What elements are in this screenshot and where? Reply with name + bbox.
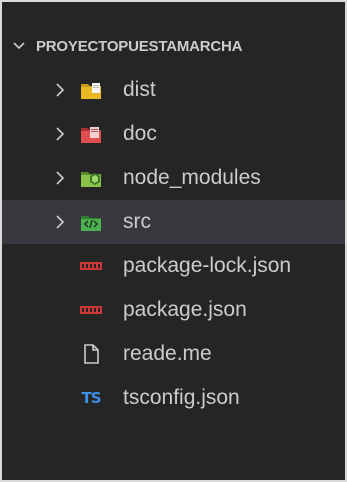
frame-border-top xyxy=(0,0,347,2)
tree-item-doc[interactable]: doc xyxy=(2,112,345,156)
file-explorer: PROYECTOPUESTAMARCHA dist doc node_modul… xyxy=(0,0,347,482)
document-icon xyxy=(80,344,102,364)
tree-item-package-json[interactable]: package.json xyxy=(2,288,345,332)
tree-item-tsconfig-json[interactable]: TS tsconfig.json xyxy=(2,376,345,420)
project-section-header[interactable]: PROYECTOPUESTAMARCHA xyxy=(2,26,345,66)
chevron-right-icon xyxy=(50,156,70,200)
project-title: PROYECTOPUESTAMARCHA xyxy=(36,37,243,55)
tree-item-label: package.json xyxy=(123,298,247,321)
chevron-down-icon xyxy=(2,26,36,66)
tsconfig-icon: TS xyxy=(80,388,102,408)
tree-item-package-lock-json[interactable]: package-lock.json xyxy=(2,244,345,288)
tree-item-label: package-lock.json xyxy=(123,254,292,277)
tree-item-reade-me[interactable]: reade.me xyxy=(2,332,345,376)
folder-src-icon xyxy=(80,212,102,232)
tree-item-dist[interactable]: dist xyxy=(2,68,345,112)
folder-node-modules-icon xyxy=(80,168,102,188)
folder-doc-icon xyxy=(80,124,102,144)
tree-item-label: node_modules xyxy=(123,166,261,189)
tsconfig-glyph: TS xyxy=(81,389,101,407)
tree-item-src[interactable]: src xyxy=(2,200,345,244)
folder-dist-icon xyxy=(80,80,102,100)
tree-item-label: dist xyxy=(123,78,156,101)
tree-item-label: src xyxy=(123,210,151,233)
chevron-right-icon xyxy=(50,200,70,244)
tree-item-label: tsconfig.json xyxy=(123,386,240,409)
tree-item-label: reade.me xyxy=(123,342,212,365)
chevron-right-icon xyxy=(50,112,70,156)
tree-item-node-modules[interactable]: node_modules xyxy=(2,156,345,200)
npm-icon xyxy=(80,300,102,320)
tree-item-label: doc xyxy=(123,122,157,145)
chevron-right-icon xyxy=(50,68,70,112)
npm-icon xyxy=(80,256,102,276)
